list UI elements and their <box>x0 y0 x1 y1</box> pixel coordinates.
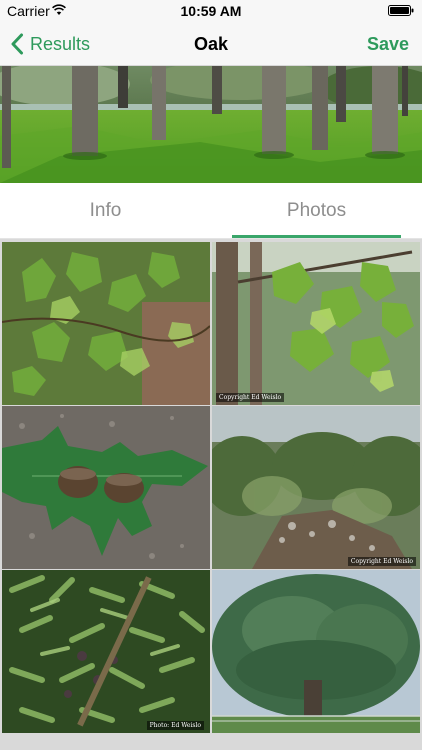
hero-image <box>0 66 422 183</box>
photo-thumbnail[interactable] <box>2 242 210 405</box>
back-button[interactable]: Results <box>10 22 90 66</box>
photo-image <box>2 406 210 569</box>
save-button[interactable]: Save <box>367 34 409 55</box>
photo-grid: Copyright Ed Weislo Copyright Ed Weislo … <box>0 239 422 750</box>
back-button-label: Results <box>30 33 91 54</box>
photo-credit: Copyright Ed Weislo <box>347 557 416 566</box>
tab-info[interactable]: Info <box>0 183 211 239</box>
photo-thumbnail[interactable]: Copyright Ed Weislo <box>212 242 420 405</box>
selected-tab-indicator <box>232 235 401 238</box>
photo-credit: Photo: Ed Weislo <box>146 721 204 730</box>
tab-bar: Info Photos <box>0 183 422 239</box>
photo-thumbnail[interactable]: Copyright Ed Weislo <box>212 406 420 569</box>
tab-photos[interactable]: Photos <box>211 183 422 239</box>
status-time: 10:59 AM <box>180 3 242 19</box>
battery-icon <box>388 5 414 16</box>
photo-image <box>212 570 420 733</box>
photo-image <box>2 570 210 733</box>
photo-credit: Copyright Ed Weislo <box>216 393 285 402</box>
navigation-bar: Results Oak Save <box>0 22 422 66</box>
photo-image <box>212 242 420 405</box>
photo-thumbnail[interactable] <box>2 406 210 569</box>
status-bar: Carrier 10:59 AM <box>0 0 422 22</box>
photo-image <box>2 242 210 405</box>
photo-thumbnail[interactable]: Photo: Ed Weislo <box>2 570 210 733</box>
chevron-left-icon <box>11 33 23 55</box>
photo-image <box>212 406 420 569</box>
photo-thumbnail[interactable] <box>212 570 420 733</box>
